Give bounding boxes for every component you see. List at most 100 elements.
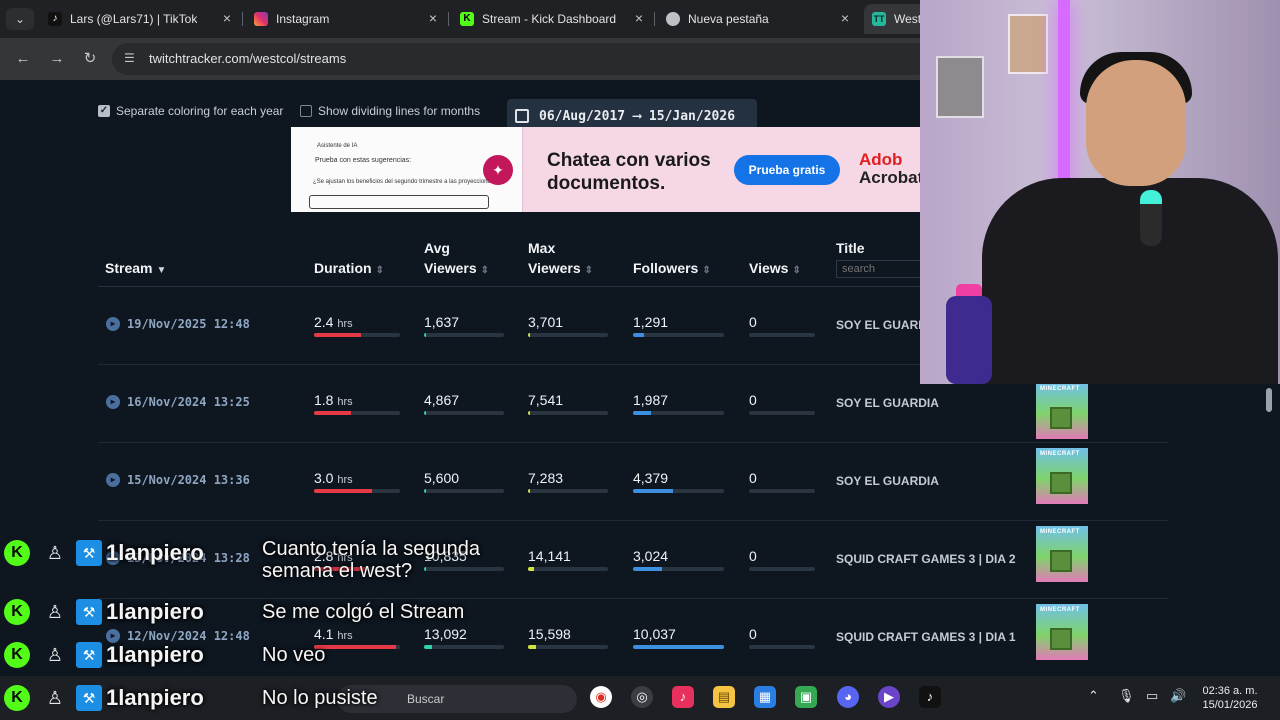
duration-value: 2.4 hrs [314,314,353,330]
hammer-badge-icon: ⚒ [76,642,102,668]
game-thumbnail[interactable]: MINECRAFT [1036,383,1088,439]
col-header-followers[interactable]: Followers ⇕ [633,258,711,281]
system-clock[interactable]: 02:36 a. m. 15/01/2026 [1200,684,1260,712]
clock-date: 15/01/2026 [1202,699,1258,711]
duration-number: 1.8 [314,392,334,408]
app-icon[interactable]: ▣ [795,686,817,708]
kick-logo-icon: K [4,599,30,625]
chat-message: K ♙ ⚒ 1lanpiero Se me colgó el Stream [4,599,464,625]
duration-unit: hrs [337,474,353,486]
file-explorer-icon[interactable]: ▤ [713,686,735,708]
duration-number: 2.4 [314,314,334,330]
stream-date: 12/Nov/2024 12:48 [127,629,250,643]
back-arrow-icon[interactable]: ← [12,48,34,70]
media-player-icon[interactable]: ▶ [878,686,900,708]
stream-title: SOY EL GUARDIA [836,396,939,410]
checkbox-unchecked-icon[interactable] [300,105,312,117]
volume-icon[interactable]: 🔊 [1170,688,1186,704]
stream-date-link[interactable]: ▶ 19/Nov/2025 12:48 [106,317,250,331]
duration-bar-fill [314,333,362,337]
tab-search-button[interactable]: ⌄ [6,8,34,30]
obs-icon[interactable]: ◎ [631,686,653,708]
chrome-icon [666,12,680,26]
close-tab-icon[interactable]: × [426,11,440,25]
col-header-duration[interactable]: Duration ⇕ [314,258,384,281]
chrome-icon[interactable]: ◉ [590,686,612,708]
avg-viewers-value: 13,092 [424,626,467,642]
followers-bar-fill [633,567,663,571]
webcam-overlay [920,0,1280,384]
ad-shot-title: Asistente de IA [317,143,358,149]
microphone-icon[interactable]: 🎙 [1118,688,1135,704]
date-to: 15/Jan/2026 [648,108,736,124]
play-icon: ▶ [106,473,120,487]
separate-coloring-option[interactable]: ✓ Separate coloring for each year [98,104,283,118]
ad-shot-line: ¿Se ajustan los beneficios del segundo t… [313,179,498,185]
game-thumbnail[interactable]: MINECRAFT [1036,448,1088,504]
followers-value: 1,291 [633,314,669,330]
clock-time: 02:36 a. m. [1202,685,1258,697]
site-settings-icon[interactable]: ☰ [124,51,140,67]
tiktok-studio-icon[interactable]: ♪ [672,686,694,708]
thumbnail-label: MINECRAFT [1040,529,1080,535]
avg-viewers-bar [424,489,504,493]
duration-number: 4.1 [314,626,334,642]
tiktok-icon[interactable]: ♪ [919,686,941,708]
duration-bar [314,645,400,649]
tab-tiktok[interactable]: ♪ Lars (@Lars71) | TikTok × [40,4,240,34]
stream-title: SOY EL GUARDI [836,318,931,332]
checkbox-checked-icon[interactable]: ✓ [98,105,110,117]
grass-block-icon [1050,407,1072,429]
chat-text: Cuanto tenía la segunda semana el west? [262,538,480,582]
duration-bar-fill [314,411,351,415]
game-thumbnail[interactable]: MINECRAFT [1036,526,1088,582]
kick-icon: K [460,12,474,26]
page-scrollbar[interactable] [1262,384,1276,674]
stream-date: 16/Nov/2024 13:25 [127,395,250,409]
play-icon: ▶ [106,317,120,331]
sort-icon: ⇕ [480,265,490,276]
chevron-up-icon[interactable]: ⌃ [1088,688,1099,704]
duration-unit: hrs [337,396,353,408]
tab-kick-dashboard[interactable]: K Stream - Kick Dashboard × [452,4,652,34]
dividing-lines-option[interactable]: Show dividing lines for months [300,104,480,118]
col-header-stream[interactable]: Stream ▼ [105,258,166,281]
close-tab-icon[interactable]: × [838,11,852,25]
col-header-views[interactable]: Views ⇕ [749,258,801,281]
table-row[interactable]: ▶ 13/Nov/2024 13:28 2.8 hrs 10,835 14,141… [98,521,1168,599]
tab-new-tab[interactable]: Nueva pestaña × [658,4,858,34]
table-row[interactable]: ▶ 12/Nov/2024 12:48 4.1 hrs 13,092 15,598… [98,599,1168,677]
chat-username: 1lanpiero [106,540,204,565]
stream-date-link[interactable]: ▶ 15/Nov/2024 13:36 [106,473,250,487]
tab-instagram[interactable]: Instagram × [246,4,446,34]
discord-icon[interactable]: ◕ [837,686,859,708]
network-icon[interactable]: ▭ [1146,688,1158,704]
scrollbar-thumb[interactable] [1266,388,1272,412]
sort-icon: ⇕ [702,265,711,276]
close-tab-icon[interactable]: × [220,11,234,25]
header-label: Max [528,240,556,256]
close-tab-icon[interactable]: × [632,11,646,25]
forward-arrow-icon[interactable]: → [46,48,68,70]
ad-cta-button[interactable]: Prueba gratis [734,155,840,185]
col-header-max-viewers[interactable]: Max Viewers ⇕ [528,238,593,281]
views-value: 0 [749,548,757,564]
avg-viewers-bar [424,645,504,649]
col-header-avg-viewers[interactable]: Avg Viewers ⇕ [424,238,489,281]
max-viewers-bar [528,333,608,337]
game-thumbnail[interactable]: MINECRAFT [1036,604,1088,660]
address-bar[interactable]: ☰ twitchtracker.com/westcol/streams [112,43,932,75]
stream-date-link[interactable]: ▶ 16/Nov/2024 13:25 [106,395,250,409]
max-viewers-value: 14,141 [528,548,571,564]
stream-date-link[interactable]: ▶ 12/Nov/2024 12:48 [106,629,250,643]
store-icon[interactable]: ▦ [754,686,776,708]
max-viewers-bar [528,645,608,649]
table-row[interactable]: ▶ 15/Nov/2024 13:36 3.0 hrs 5,600 7,283 4… [98,443,1168,521]
ai-assistant-icon: ✦ [483,155,513,185]
max-viewers-bar-fill [528,489,531,493]
adobe-acrobat-ad-banner[interactable]: Asistente de IA Prueba con estas sugeren… [291,127,931,212]
duration-value: 4.1 hrs [314,626,353,642]
tab-separator [242,12,243,26]
reload-icon[interactable]: ↻ [79,48,101,70]
user-icon: ♙ [46,543,64,563]
